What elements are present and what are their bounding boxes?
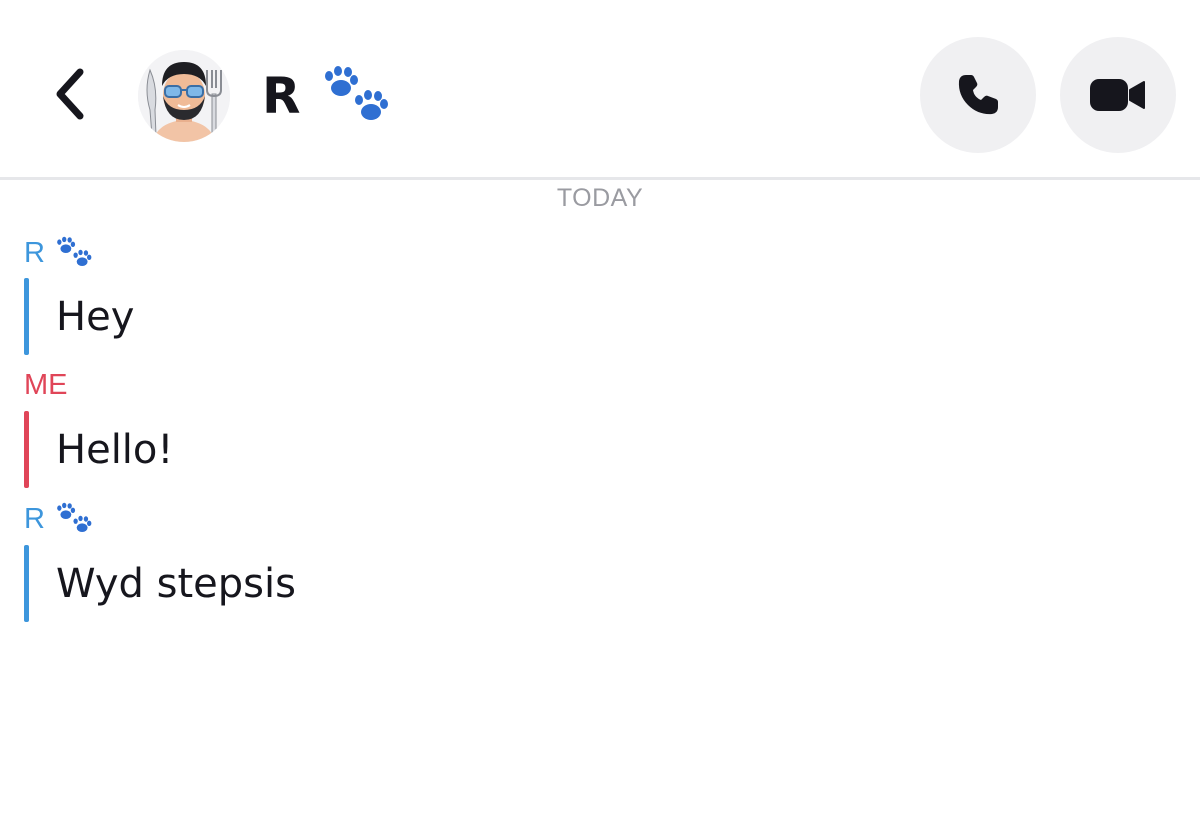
chat-title[interactable]: R [262, 56, 391, 136]
bitmoji-avatar-icon [138, 50, 230, 142]
back-button[interactable] [40, 58, 100, 130]
chat-title-text: R [262, 67, 301, 125]
message-text: Hey [56, 293, 135, 340]
phone-icon [958, 75, 998, 115]
paw-prints-icon [55, 236, 93, 270]
paw-prints-icon [321, 66, 391, 126]
paw-prints-icon [55, 502, 93, 536]
sender-label-me: ME [24, 368, 68, 402]
avatar[interactable] [138, 50, 230, 142]
message-accent-bar [24, 545, 29, 622]
message-item[interactable]: Hey [24, 278, 1124, 355]
message-accent-bar [24, 278, 29, 355]
message-item[interactable]: Hello! [24, 411, 1124, 488]
header-divider [0, 177, 1200, 180]
video-camera-icon [1090, 79, 1145, 111]
sender-name: ME [24, 368, 68, 401]
sender-name: R [24, 502, 45, 535]
message-accent-bar [24, 411, 29, 488]
sender-name: R [24, 236, 45, 269]
message-item[interactable]: Wyd stepsis [24, 545, 1124, 622]
sender-label-r: R [24, 502, 93, 536]
chevron-left-icon [56, 68, 84, 120]
message-text: Wyd stepsis [56, 560, 296, 607]
sender-label-r: R [24, 236, 93, 270]
date-separator: TODAY [556, 184, 644, 212]
video-call-button[interactable] [1060, 37, 1176, 153]
message-text: Hello! [56, 426, 174, 473]
chat-header: R [0, 0, 1200, 180]
voice-call-button[interactable] [920, 37, 1036, 153]
